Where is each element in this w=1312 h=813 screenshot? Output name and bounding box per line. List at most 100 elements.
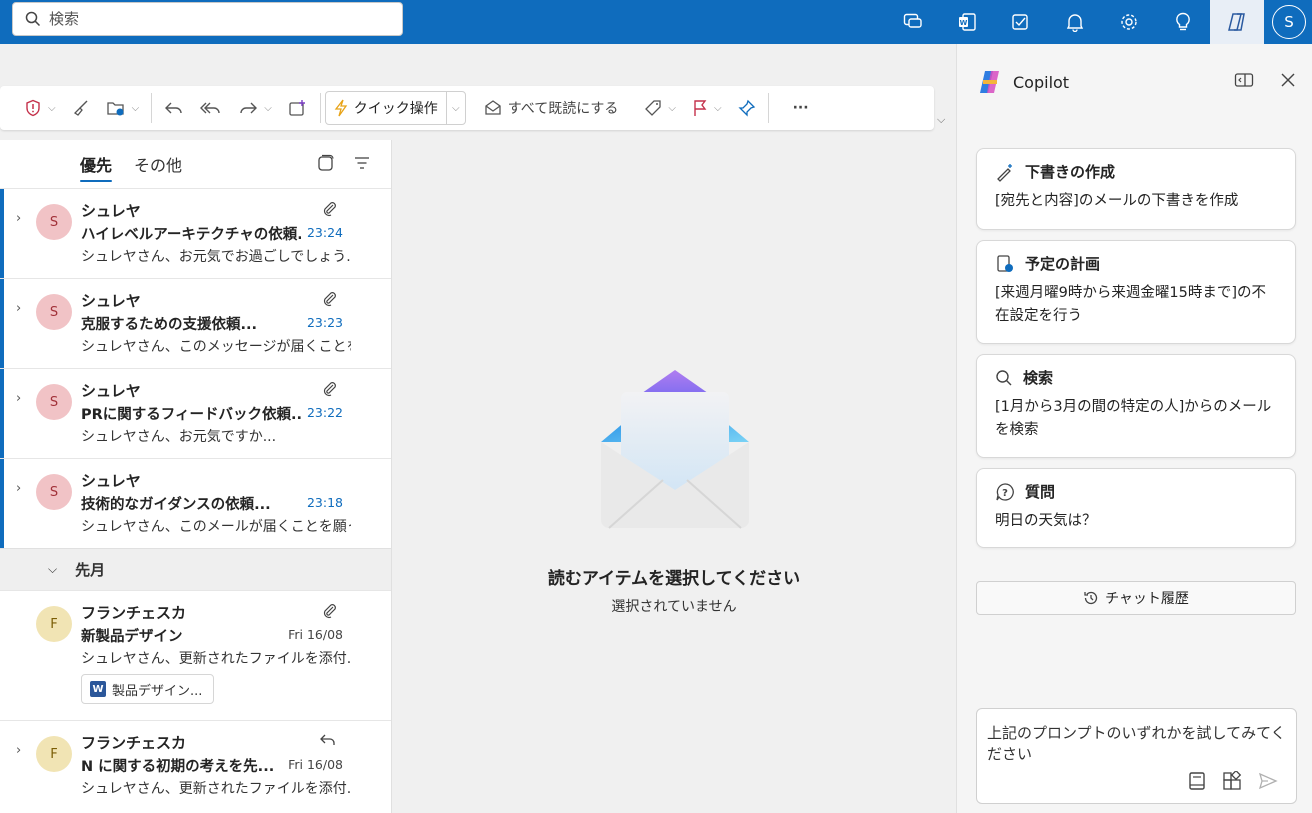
group-header-last-month[interactable]: ⌵ 先月 [0,548,391,590]
group-label: 先月 [75,561,106,579]
chevron-right-icon[interactable]: › [16,743,21,758]
pin-button[interactable] [730,92,764,124]
prompt-card-plan[interactable]: 予定の計画 [来週月曜9時から来週金曜15時まで]の不在設定を行う [976,240,1296,344]
attachment-chip[interactable]: W 製品デザイン... [81,674,214,704]
copilot-header: Copilot [977,70,1069,94]
inbox-tabs: 優先 その他 [0,140,391,188]
avatar: S [36,294,72,330]
mail-preview: シュレヤさん、このメールが届くことを願っ... [81,519,351,535]
search-input[interactable] [49,10,379,28]
more-options-button[interactable]: ··· [785,92,817,124]
mail-time: Fri 16/08 [288,757,343,772]
chevron-down-icon: ⌵ [264,102,272,114]
mail-item[interactable]: › S シュレヤ 技術的なガイダンスの依頼... シュレヤさん、このメールが届く… [0,458,391,548]
chevron-down-icon: ⌵ [668,102,676,114]
chevron-right-icon[interactable]: › [16,301,21,316]
prompt-card-search[interactable]: 検索 [1月から3月の間の特定の人]からのメールを検索 [976,354,1296,458]
tab-other[interactable]: その他 [134,152,182,176]
mail-time: Fri 16/08 [288,627,343,642]
apps-grid-icon[interactable] [1222,771,1242,791]
chat-icon[interactable] [886,0,940,44]
mail-subject: 新製品デザイン [81,629,183,645]
search-box[interactable] [12,2,403,36]
card-description: 明日の天気は？ [995,513,1097,529]
card-description: [宛先と内容]のメールの下書きを作成 [995,193,1239,209]
report-button[interactable]: ⌵ [16,92,64,124]
paperclip-icon [323,292,336,307]
chevron-down-icon[interactable]: ⌵ [447,103,465,114]
mail-time: 23:18 [306,495,343,510]
mail-item[interactable]: › S シュレヤ 克服するための支援依頼... シュレヤさん、このメッセージが届… [0,278,391,368]
top-bar: W S [0,0,1312,44]
card-title: 下書きの作成 [1025,163,1116,181]
sidebar-toggle-icon[interactable] [1234,72,1254,88]
card-title: 質問 [1025,483,1056,501]
mail-sender: フランチェスカ [81,734,187,752]
copilot-icon[interactable] [1210,0,1264,44]
tag-icon [645,100,662,116]
mail-time: 23:24 [306,225,343,240]
mail-item[interactable]: › F フランチェスカ N に関する初期の考えを先... シュレヤさん、更新され… [0,720,391,810]
send-icon[interactable] [1258,772,1278,790]
categorize-button[interactable]: ⌵ [636,92,684,124]
sweep-button[interactable] [64,92,98,124]
move-to-button[interactable]: ⌵ [98,92,148,124]
divider [319,93,321,123]
forward-icon [240,102,258,114]
copilot-pane: Copilot 下書きの作成 [宛先と内容]のメールの下書きを作成 予定の計画 … [956,44,1312,813]
gear-icon[interactable] [1102,0,1156,44]
question-bubble-icon: ? [996,482,1014,501]
mail-time: 23:22 [306,405,343,420]
bell-icon[interactable] [1048,0,1102,44]
quick-steps-label: クイック操作 [353,101,438,117]
mail-subject: 克服するための支援依頼... [81,317,258,333]
notebook-icon[interactable] [1188,771,1206,791]
expand-ribbon-icon[interactable]: ⌵ [937,113,945,127]
mail-item[interactable]: › S シュレヤ PRに関するフィードバック依頼... シュレヤさん、お元気です… [0,368,391,458]
mail-item[interactable]: F フランチェスカ 新製品デザイン シュレヤさん、更新されたファイルを添付...… [0,590,391,720]
tasks-icon[interactable] [994,0,1048,44]
broom-icon [73,100,88,116]
mail-sender: シュレヤ [81,472,141,490]
calendar-add-icon [289,100,305,116]
chat-history-label: チャット履歴 [1105,591,1189,607]
chevron-right-icon[interactable]: › [16,211,21,226]
tab-focused[interactable]: 優先 [80,152,113,182]
flag-icon [694,100,707,116]
ribbon-toolbar: ⌵ ⌵ ⌵ クイック操作 ⌵ すべて既読にする ⌵ ⌵ ··· [0,86,934,130]
reply-icon [320,734,335,745]
prompt-input[interactable]: 上記のプロンプトのいずれかを試してみてください [976,708,1297,804]
flag-button[interactable]: ⌵ [684,92,730,124]
word-icon[interactable]: W [940,0,994,44]
reply-all-icon [200,102,220,114]
chat-history-button[interactable]: チャット履歴 [976,581,1296,615]
filter-icon[interactable] [353,154,371,172]
svg-text:W: W [960,19,968,27]
avatar: F [36,606,72,642]
user-avatar[interactable]: S [1272,5,1306,39]
chevron-down-icon: ⌵ [48,562,58,576]
copilot-logo-icon [980,71,999,93]
copilot-title: Copilot [1013,72,1070,92]
mail-subject: ハイレベルアーキテクチャの依頼... [81,227,301,243]
mail-item[interactable]: › S シュレヤ ハイレベルアーキテクチャの依頼... シュレヤさん、お元気でお… [0,188,391,278]
mail-subject: PRに関するフィードバック依頼... [81,407,301,423]
quick-steps-button[interactable]: クイック操作 ⌵ [324,91,466,125]
select-mode-icon[interactable] [317,154,335,172]
forward-button[interactable]: ⌵ [230,92,280,124]
reply-button[interactable] [156,92,192,124]
close-icon[interactable] [1280,72,1296,88]
reading-pane: 読むアイテムを選択してください 選択されていません [393,140,955,813]
apps-button[interactable] [280,92,316,124]
mail-list: 優先 その他 › S シュレヤ ハイレベルアーキテクチャの依頼... シュレヤさ… [0,140,392,813]
prompt-card-question[interactable]: ? 質問 明日の天気は？ [976,468,1296,548]
chevron-right-icon[interactable]: › [16,481,21,496]
reply-all-button[interactable] [192,92,230,124]
mark-all-read-button[interactable]: すべて既読にする [476,92,627,124]
chevron-right-icon[interactable]: › [16,391,21,406]
search-icon [996,369,1012,385]
prompt-card-draft[interactable]: 下書きの作成 [宛先と内容]のメールの下書きを作成 [976,148,1296,230]
avatar: F [36,736,72,772]
mail-sender: シュレヤ [81,202,141,220]
lightbulb-icon[interactable] [1156,0,1210,44]
